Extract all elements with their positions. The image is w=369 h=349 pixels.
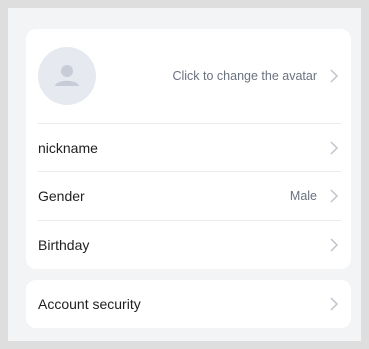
chevron-right-icon xyxy=(327,238,341,252)
avatar-row[interactable]: Click to change the avatar xyxy=(38,29,341,124)
nickname-label: nickname xyxy=(38,139,98,156)
gender-label: Gender xyxy=(38,188,85,204)
chevron-right-icon xyxy=(327,140,341,155)
birthday-label: Birthday xyxy=(38,237,90,253)
avatar[interactable] xyxy=(38,47,96,105)
avatar-hint: Click to change the avatar xyxy=(172,69,317,83)
chevron-right-icon xyxy=(327,189,341,203)
birthday-row[interactable]: Birthday xyxy=(38,221,341,269)
profile-card: Click to change the avatar nickname Gend… xyxy=(26,29,351,269)
account-security-row[interactable]: Account security xyxy=(38,280,341,328)
nickname-row[interactable]: nickname xyxy=(38,124,341,172)
chevron-right-icon xyxy=(327,69,341,83)
account-security-label: Account security xyxy=(38,296,141,312)
user-icon xyxy=(55,65,79,86)
gender-row[interactable]: Gender Male xyxy=(38,172,341,221)
security-card: Account security xyxy=(26,280,351,328)
gender-value: Male xyxy=(289,189,317,203)
chevron-right-icon xyxy=(327,297,341,311)
